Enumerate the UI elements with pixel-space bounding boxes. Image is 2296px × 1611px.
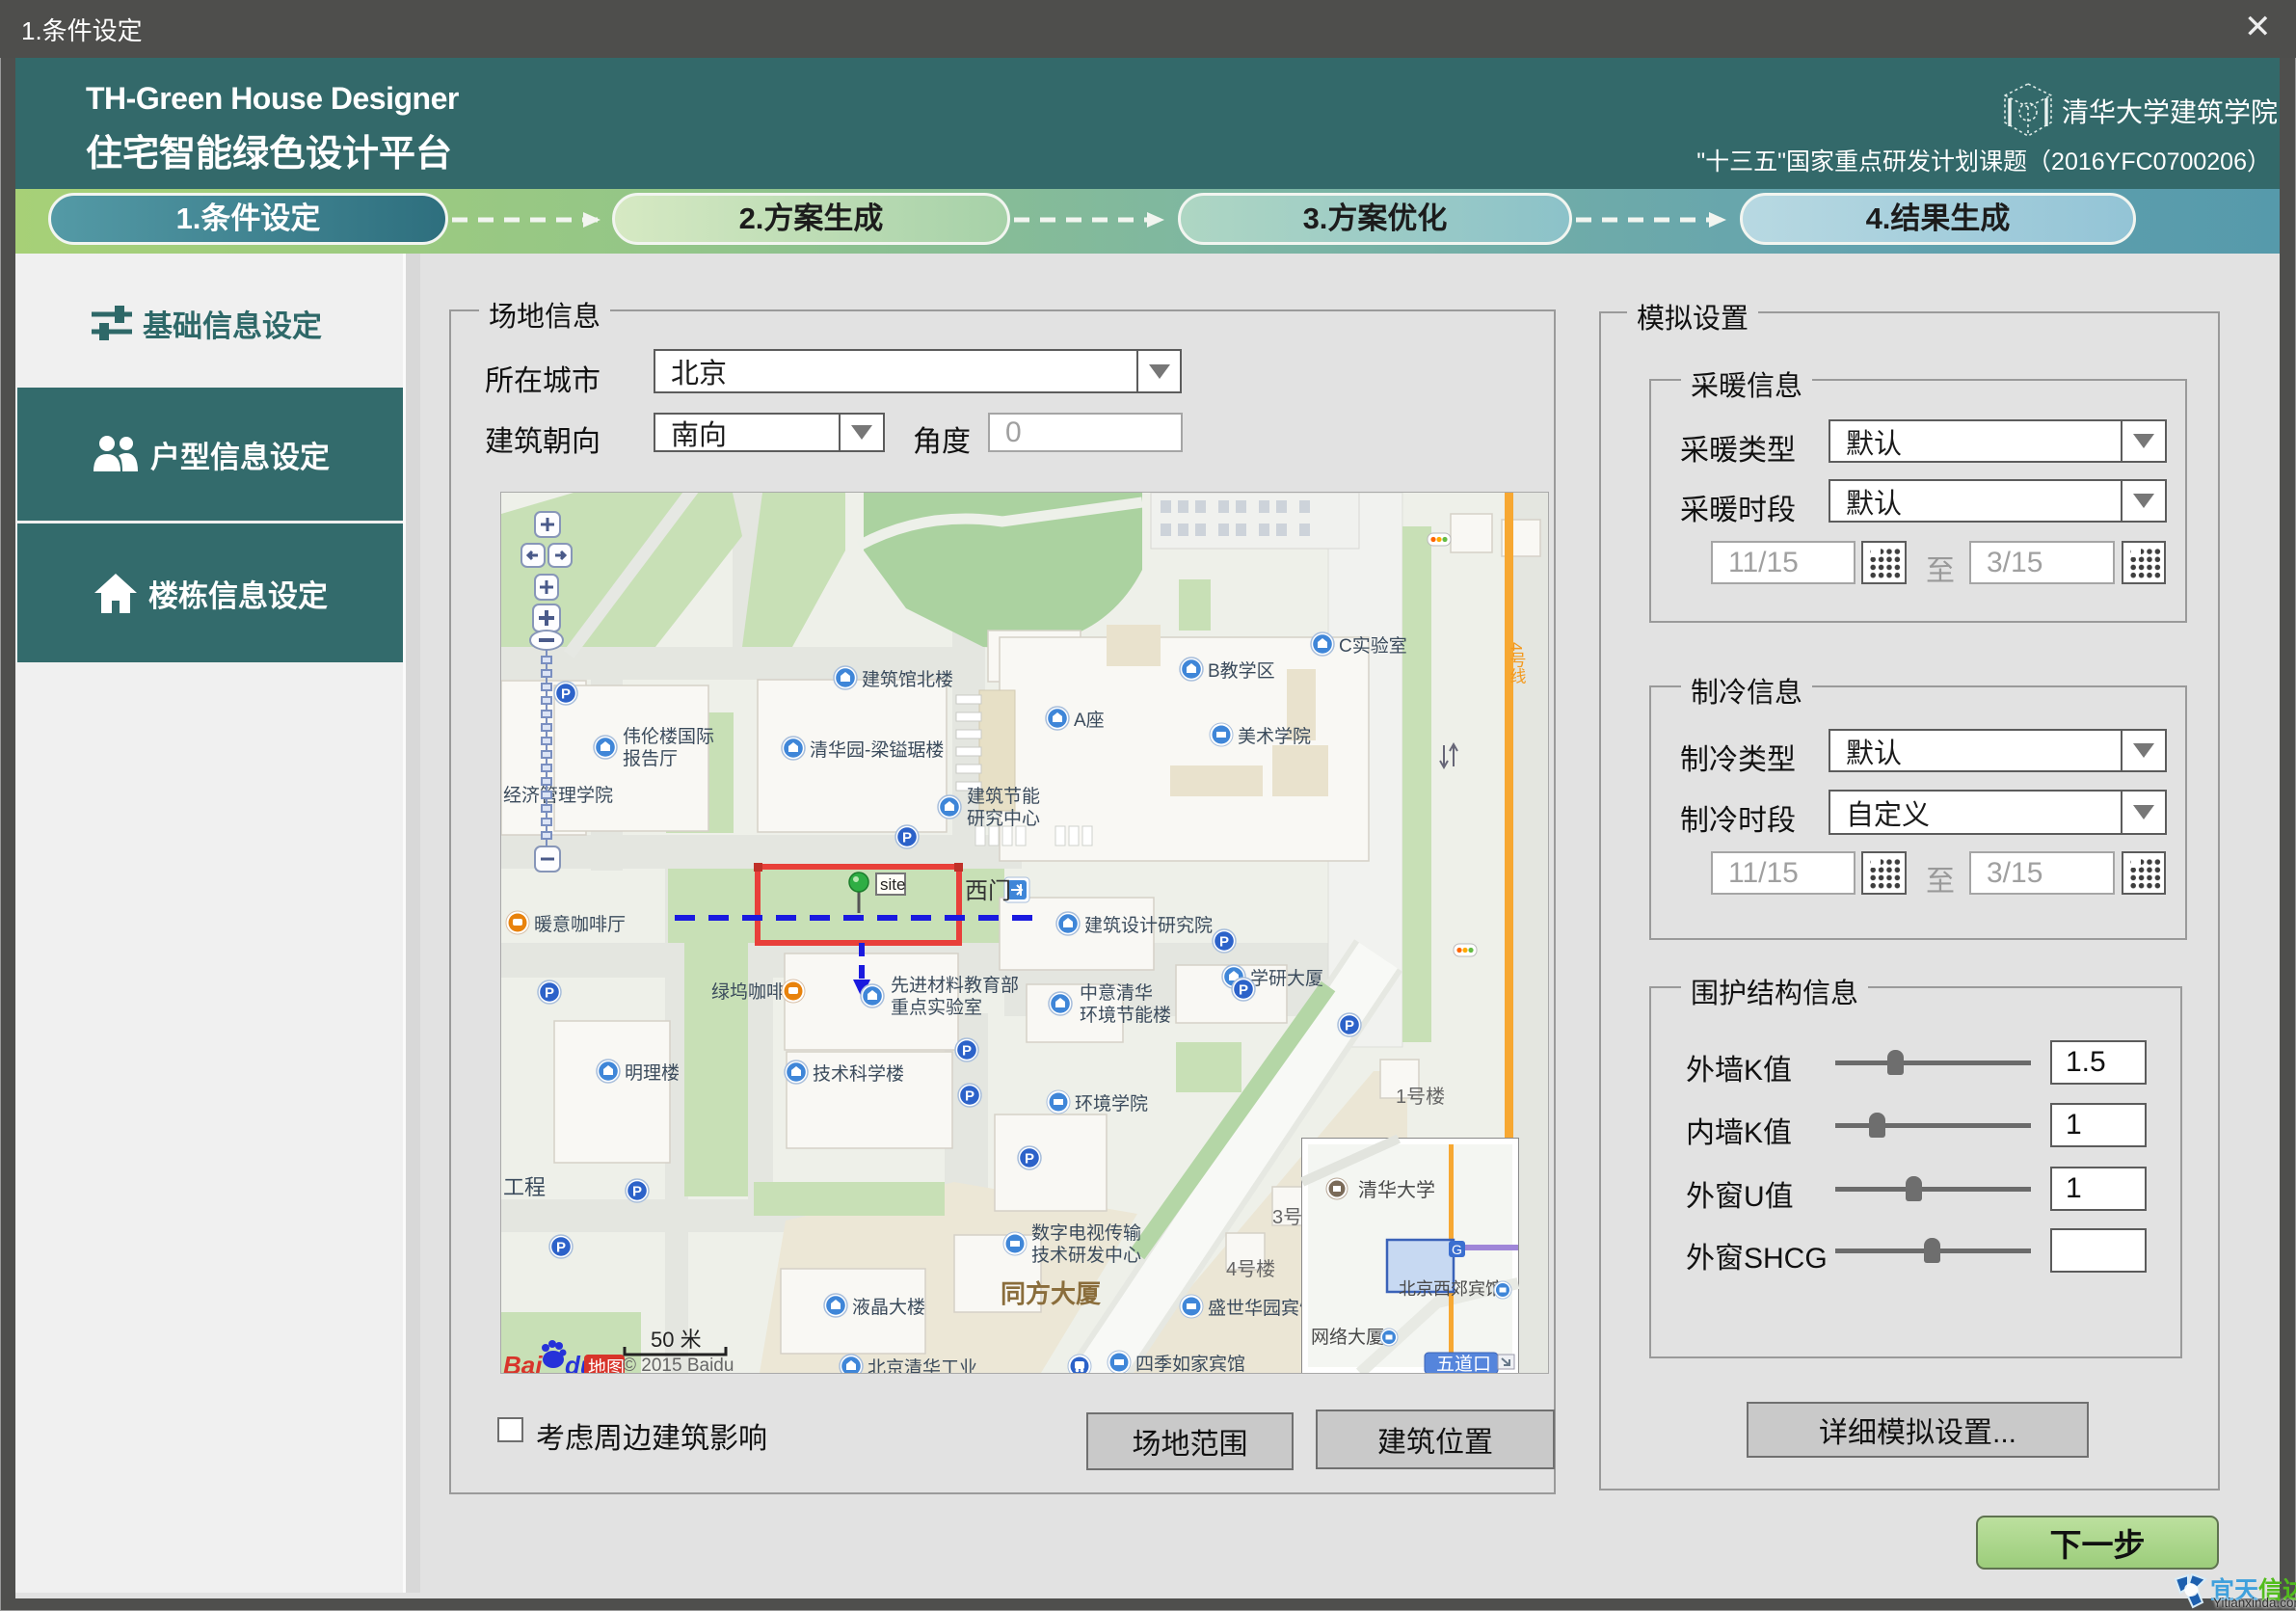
svg-text:清华园-梁镒琚楼: 清华园-梁镒琚楼 bbox=[810, 739, 944, 761]
svg-text:A座: A座 bbox=[1074, 710, 1105, 731]
svg-text:建筑设计研究院: 建筑设计研究院 bbox=[1084, 915, 1213, 936]
svg-text:1号楼: 1号楼 bbox=[1396, 1086, 1445, 1108]
svg-text:4号线: 4号线 bbox=[1508, 642, 1527, 684]
svg-text:B教学区: B教学区 bbox=[1208, 660, 1275, 682]
svg-text:中意清华: 中意清华 bbox=[1080, 982, 1153, 1004]
svg-text:50 米: 50 米 bbox=[651, 1328, 702, 1352]
svg-text:绿坞咖啡: 绿坞咖啡 bbox=[711, 981, 785, 1003]
svg-text:报告厅: 报告厅 bbox=[623, 748, 678, 769]
svg-text:C实验室: C实验室 bbox=[1339, 635, 1407, 657]
svg-text:西门: 西门 bbox=[965, 878, 1011, 904]
svg-text:技术研发中心: 技术研发中心 bbox=[1031, 1245, 1141, 1266]
svg-text:重点实验室: 重点实验室 bbox=[891, 997, 982, 1018]
svg-text:环境节能楼: 环境节能楼 bbox=[1080, 1005, 1171, 1026]
svg-text:同方大厦: 同方大厦 bbox=[1001, 1279, 1101, 1308]
svg-text:北京西郊宾馆: 北京西郊宾馆 bbox=[1399, 1279, 1503, 1299]
svg-text:暖意咖啡厅: 暖意咖啡厅 bbox=[534, 914, 626, 935]
svg-text:地图: 地图 bbox=[588, 1357, 625, 1373]
svg-text:建筑节能: 建筑节能 bbox=[967, 786, 1040, 807]
svg-text:美术学院: 美术学院 bbox=[1238, 726, 1311, 747]
svg-text:网络大厦: 网络大厦 bbox=[1311, 1327, 1384, 1348]
svg-text:G: G bbox=[1452, 1242, 1462, 1257]
svg-text:先进材料教育部: 先进材料教育部 bbox=[891, 975, 1019, 996]
svg-text:技术科学楼: 技术科学楼 bbox=[813, 1063, 904, 1085]
svg-text:© 2015 Baidu: © 2015 Baidu bbox=[623, 1356, 734, 1373]
svg-text:清华大学: 清华大学 bbox=[1358, 1179, 1435, 1201]
svg-text:工程: 工程 bbox=[503, 1175, 546, 1199]
svg-text:液晶大楼: 液晶大楼 bbox=[852, 1297, 925, 1318]
svg-text:site: site bbox=[880, 875, 905, 894]
svg-text:盛世华园宾馆: 盛世华园宾馆 bbox=[1208, 1298, 1318, 1319]
svg-text:北京清华工业: 北京清华工业 bbox=[868, 1357, 977, 1373]
svg-text:数字电视传输: 数字电视传输 bbox=[1031, 1222, 1141, 1244]
svg-text:Bai: Bai bbox=[503, 1351, 543, 1373]
svg-text:环境学院: 环境学院 bbox=[1075, 1093, 1148, 1114]
svg-text:五道口: 五道口 bbox=[1436, 1354, 1491, 1373]
svg-text:研究中心: 研究中心 bbox=[967, 808, 1040, 829]
svg-text:伟伦楼国际: 伟伦楼国际 bbox=[623, 726, 714, 747]
svg-text:经济管理学院: 经济管理学院 bbox=[503, 785, 613, 806]
svg-text:建筑馆北楼: 建筑馆北楼 bbox=[862, 669, 953, 690]
svg-text:四季如家宾馆: 四季如家宾馆 bbox=[1135, 1354, 1245, 1373]
svg-text:明理楼: 明理楼 bbox=[625, 1062, 680, 1084]
svg-text:4号楼: 4号楼 bbox=[1226, 1258, 1275, 1280]
svg-text:学研大厦: 学研大厦 bbox=[1250, 968, 1323, 989]
